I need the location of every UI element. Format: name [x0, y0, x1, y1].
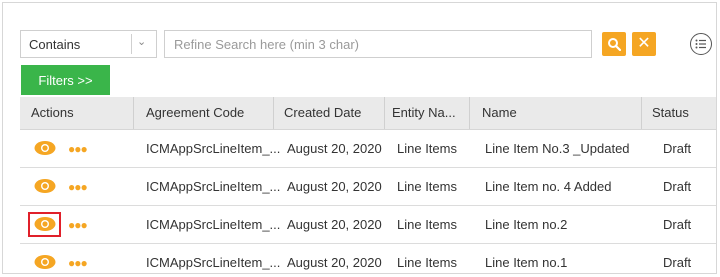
- filter-mode-select[interactable]: Contains ⌄: [20, 30, 157, 58]
- entity-name-cell: Line Items: [397, 255, 457, 270]
- table-row[interactable]: ●●● ICMAppSrcLineItem_... August 20, 202…: [20, 130, 716, 168]
- close-icon: ✕: [637, 35, 651, 52]
- entity-name-cell: Line Items: [397, 179, 457, 194]
- eye-icon[interactable]: [34, 216, 56, 232]
- status-cell: Draft: [663, 255, 692, 270]
- search-row: Contains ⌄ ✕: [20, 30, 712, 60]
- column-header-actions[interactable]: Actions: [31, 97, 74, 129]
- eye-icon[interactable]: [34, 140, 56, 156]
- agreement-code-cell[interactable]: ICMAppSrcLineItem_...: [146, 168, 280, 205]
- status-cell: Draft: [663, 141, 692, 156]
- name-cell: Line Item No.3 _Updated: [485, 141, 630, 156]
- clear-search-button[interactable]: ✕: [632, 32, 656, 56]
- name-cell: Line Item no. 4 Added: [485, 179, 612, 194]
- column-divider: [641, 97, 642, 129]
- agreement-code-cell[interactable]: ICMAppSrcLineItem_...: [146, 244, 280, 273]
- list-icon: [695, 39, 706, 49]
- search-button[interactable]: [602, 32, 626, 56]
- column-divider: [469, 97, 470, 129]
- name-cell: Line Item no.1: [485, 255, 568, 270]
- column-header-name[interactable]: Name: [482, 97, 517, 129]
- status-cell: Draft: [663, 217, 692, 232]
- status-cell: Draft: [663, 179, 692, 194]
- grid-panel: Contains ⌄ ✕ Filters >> Actions: [2, 2, 717, 274]
- column-header-agreement-code[interactable]: Agreement Code: [146, 97, 244, 129]
- column-divider: [133, 97, 134, 129]
- created-date-cell: August 20, 2020: [287, 255, 382, 270]
- chevron-down-icon[interactable]: ⌄: [137, 35, 146, 48]
- created-date-cell: August 20, 2020: [287, 217, 382, 232]
- table-header: Actions Agreement Code Created Date Enti…: [20, 97, 716, 130]
- more-dots-icon[interactable]: ●●●: [68, 180, 88, 194]
- agreement-code-cell[interactable]: ICMAppSrcLineItem_...: [146, 130, 280, 167]
- agreements-table: Actions Agreement Code Created Date Enti…: [20, 97, 716, 273]
- column-header-created-date[interactable]: Created Date: [284, 97, 361, 129]
- column-header-entity-name[interactable]: Entity Na...: [392, 97, 456, 129]
- search-input[interactable]: [164, 30, 592, 58]
- entity-name-cell: Line Items: [397, 217, 457, 232]
- name-cell: Line Item no.2: [485, 217, 568, 232]
- column-divider: [273, 97, 274, 129]
- entity-name-cell: Line Items: [397, 141, 457, 156]
- created-date-cell: August 20, 2020: [287, 141, 382, 156]
- table-row[interactable]: ●●● ICMAppSrcLineItem_... August 20, 202…: [20, 168, 716, 206]
- search-icon: [608, 38, 621, 51]
- table-row[interactable]: ●●● ICMAppSrcLineItem_... August 20, 202…: [20, 206, 716, 244]
- eye-icon[interactable]: [34, 254, 56, 270]
- column-divider: [384, 97, 385, 129]
- column-header-status[interactable]: Status: [652, 97, 689, 129]
- filters-button[interactable]: Filters >>: [21, 65, 110, 95]
- eye-icon[interactable]: [34, 178, 56, 194]
- column-list-button[interactable]: [690, 33, 712, 55]
- more-dots-icon[interactable]: ●●●: [68, 218, 88, 232]
- select-divider: [131, 34, 132, 54]
- more-dots-icon[interactable]: ●●●: [68, 142, 88, 156]
- more-dots-icon[interactable]: ●●●: [68, 256, 88, 270]
- created-date-cell: August 20, 2020: [287, 179, 382, 194]
- filter-mode-value: Contains: [29, 37, 81, 52]
- table-row[interactable]: ●●● ICMAppSrcLineItem_... August 20, 202…: [20, 244, 716, 273]
- agreement-code-cell[interactable]: ICMAppSrcLineItem_...: [146, 206, 280, 243]
